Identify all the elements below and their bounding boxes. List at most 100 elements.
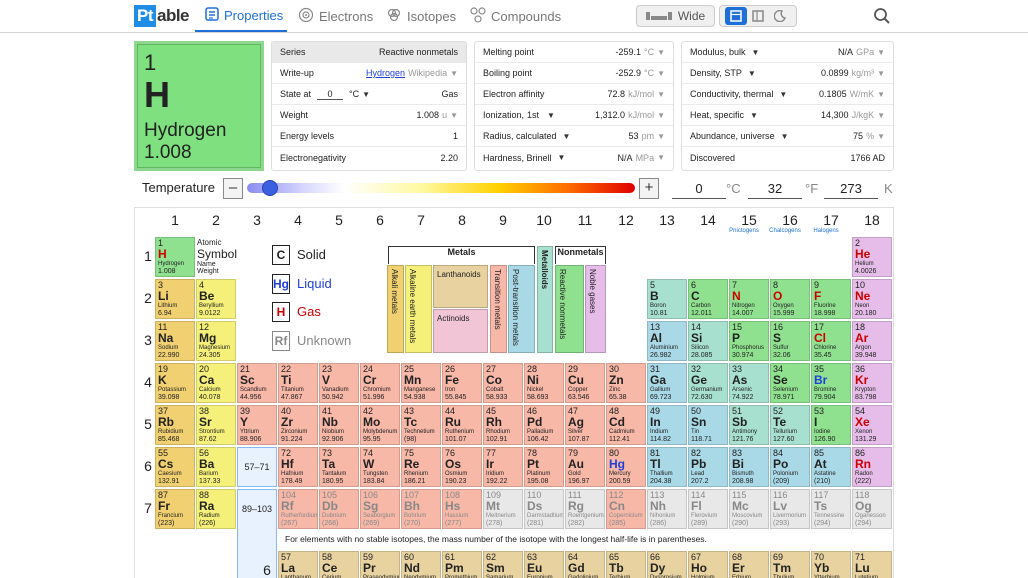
element-cell-na[interactable]: 11 Na Sodium 22.990 <box>155 321 195 361</box>
element-cell-ga[interactable]: 31 Ga Gallium 69.723 <box>647 363 687 403</box>
element-cell-p[interactable]: 15 P Phosphorus 30.974 <box>729 321 769 361</box>
element-cell-lu[interactable]: 71LuLutetium174.97 <box>852 551 892 578</box>
element-cell-re[interactable]: 75 Re Rhenium 186.21 <box>401 447 441 487</box>
element-cell-k[interactable]: 19 K Potassium 39.098 <box>155 363 195 403</box>
element-cell-pt[interactable]: 78 Pt Platinum 195.08 <box>524 447 564 487</box>
category-alkaline-earth-metals[interactable]: Alkaline earth metals <box>405 265 432 353</box>
ptable-logo[interactable]: Pt able <box>134 5 190 27</box>
element-cell-i[interactable]: 53 I Iodine 126.90 <box>811 405 851 445</box>
chevron-down-icon[interactable]: ▼ <box>657 69 665 78</box>
element-cell-tl[interactable]: 81 Tl Thallium 204.38 <box>647 447 687 487</box>
element-cell-la[interactable]: 57LaLanthanum138.91 <box>278 551 318 578</box>
chevron-down-icon[interactable]: ▼ <box>877 132 885 141</box>
element-cell-f[interactable]: 9 F Fluorine 18.998 <box>811 279 851 319</box>
element-cell-au[interactable]: 79 Au Gold 196.97 <box>565 447 605 487</box>
group-number[interactable]: 5 <box>319 212 359 228</box>
element-cell-nd[interactable]: 60NdNeodymium144.24 <box>401 551 441 578</box>
element-cell-ru[interactable]: 44 Ru Ruthenium 101.07 <box>442 405 482 445</box>
element-cell-fr[interactable]: 87 Fr Francium (223) <box>155 489 195 529</box>
group-number[interactable]: 16 <box>770 212 810 228</box>
element-cell-ir[interactable]: 77 Ir Iridium 192.22 <box>483 447 523 487</box>
element-cell-al[interactable]: 13 Al Aluminium 26.982 <box>647 321 687 361</box>
lanthanoid-placeholder[interactable]: 57–71 <box>237 447 277 487</box>
element-cell-tm[interactable]: 69TmThulium168.93 <box>770 551 810 578</box>
element-cell-bi[interactable]: 83 Bi Bismuth 208.98 <box>729 447 769 487</box>
category-reactive-nonmetals[interactable]: Reactive nonmetals <box>555 265 584 353</box>
period-number[interactable]: 7 <box>142 500 154 516</box>
element-cell-ni[interactable]: 28 Ni Nickel 58.693 <box>524 363 564 403</box>
element-cell-li[interactable]: 3 Li Lithium 6.94 <box>155 279 195 319</box>
tab-electrons[interactable]: Electrons <box>298 0 373 32</box>
element-cell-rn[interactable]: 86 Rn Radon (222) <box>852 447 892 487</box>
element-cell-se[interactable]: 34 Se Selenium 78.971 <box>770 363 810 403</box>
element-cell-sm[interactable]: 62SmSamarium150.36 <box>483 551 523 578</box>
group-number[interactable]: 8 <box>442 212 482 228</box>
group-number[interactable]: 13 <box>647 212 687 228</box>
group-number[interactable]: 1 <box>155 212 195 228</box>
element-cell-gd[interactable]: 64GdGadolinium157.25 <box>565 551 605 578</box>
chevron-down-icon[interactable]: ▼ <box>877 48 885 57</box>
element-cell-be[interactable]: 4 Be Beryllium 9.0122 <box>196 279 236 319</box>
element-cell-cn[interactable]: 112 Cn Copernicium (285) <box>606 489 646 529</box>
element-cell-ti[interactable]: 22 Ti Titanium 47.867 <box>278 363 318 403</box>
chevron-down-icon[interactable]: ▼ <box>657 48 665 57</box>
period-number[interactable]: 5 <box>142 416 154 432</box>
chevron-down-icon[interactable]: ▼ <box>657 90 665 99</box>
period-number[interactable]: 4 <box>142 374 154 390</box>
temperature-fahrenheit-input[interactable]: 32 <box>748 179 802 199</box>
element-cell-hg[interactable]: 80 Hg Mercury 200.59 <box>606 447 646 487</box>
temperature-celsius-input[interactable]: 0 <box>672 179 726 199</box>
element-cell-ba[interactable]: 56 Ba Barium 137.33 <box>196 447 236 487</box>
element-cell-hs[interactable]: 108 Hs Hassium (277) <box>442 489 482 529</box>
element-cell-hf[interactable]: 72 Hf Hafnium 178.49 <box>278 447 318 487</box>
element-cell-er[interactable]: 68ErErbium167.26 <box>729 551 769 578</box>
conductivity-select[interactable]: Conductivity, thermal <box>690 89 773 99</box>
element-cell-rh[interactable]: 45 Rh Rhodium 102.91 <box>483 405 523 445</box>
group-number[interactable]: 3 <box>237 212 277 228</box>
element-cell-tb[interactable]: 65TbTerbium158.93 <box>606 551 646 578</box>
element-cell-lv[interactable]: 116 Lv Livermorium (293) <box>770 489 810 529</box>
element-cell-kr[interactable]: 36 Kr Krypton 83.798 <box>852 363 892 403</box>
category-transition-metals[interactable]: Transition metals <box>490 265 507 353</box>
element-cell-pm[interactable]: 61PmPromethium(145) <box>442 551 482 578</box>
group-number[interactable]: 2 <box>196 212 236 228</box>
writeup-source[interactable]: Wikipedia <box>408 68 447 78</box>
chevron-down-icon[interactable]: ▼ <box>657 153 665 162</box>
element-cell-rg[interactable]: 111 Rg Roentgenium (282) <box>565 489 605 529</box>
element-cell-ta[interactable]: 73 Ta Tantalum 180.95 <box>319 447 359 487</box>
element-cell-os[interactable]: 76 Os Osmium 190.23 <box>442 447 482 487</box>
element-cell-cu[interactable]: 29 Cu Copper 63.546 <box>565 363 605 403</box>
element-cell-ar[interactable]: 18 Ar Argon 39.948 <box>852 321 892 361</box>
element-cell-ho[interactable]: 67HoHolmium164.93 <box>688 551 728 578</box>
group-number[interactable]: 18 <box>852 212 892 228</box>
element-cell-ge[interactable]: 32 Ge Germanium 72.630 <box>688 363 728 403</box>
search-icon[interactable] <box>873 7 891 30</box>
temperature-kelvin-input[interactable]: 273 <box>824 179 878 199</box>
element-cell-si[interactable]: 14 Si Silicon 28.085 <box>688 321 728 361</box>
element-cell-mt[interactable]: 109 Mt Meitnerium (278) <box>483 489 523 529</box>
element-cell-h[interactable]: 1 H Hydrogen 1.008 <box>155 237 195 277</box>
element-cell-db[interactable]: 105 Db Dubnium (268) <box>319 489 359 529</box>
temperature-increase-button[interactable]: + <box>639 178 659 199</box>
element-cell-po[interactable]: 84 Po Polonium (209) <box>770 447 810 487</box>
element-cell-cs[interactable]: 55 Cs Caesium 132.91 <box>155 447 195 487</box>
element-cell-s[interactable]: 16 S Sulfur 32.06 <box>770 321 810 361</box>
tab-compounds[interactable]: Compounds <box>470 0 561 32</box>
group-number[interactable]: 17 <box>811 212 851 228</box>
group-number[interactable]: 15 <box>729 212 769 228</box>
element-cell-mo[interactable]: 42 Mo Molybdenum 95.95 <box>360 405 400 445</box>
category-alkali-metals[interactable]: Alkali metals <box>387 265 404 353</box>
element-cell-b[interactable]: 5 B Boron 10.81 <box>647 279 687 319</box>
element-cell-bh[interactable]: 107 Bh Bohrium (270) <box>401 489 441 529</box>
wide-toggle[interactable]: Wide <box>636 5 715 27</box>
layout-table-icon[interactable] <box>725 7 747 25</box>
element-cell-rb[interactable]: 37 Rb Rubidium 85.468 <box>155 405 195 445</box>
element-cell-cl[interactable]: 17 Cl Chlorine 35.45 <box>811 321 851 361</box>
element-cell-zn[interactable]: 30 Zn Zinc 65.38 <box>606 363 646 403</box>
temperature-decrease-button[interactable]: – <box>223 178 243 199</box>
chevron-down-icon[interactable]: ▼ <box>657 132 665 141</box>
group-number[interactable]: 11 <box>565 212 605 228</box>
element-cell-c[interactable]: 6 C Carbon 12.011 <box>688 279 728 319</box>
state-unit-select[interactable]: °C <box>349 89 359 99</box>
period-number[interactable]: 2 <box>142 290 154 306</box>
